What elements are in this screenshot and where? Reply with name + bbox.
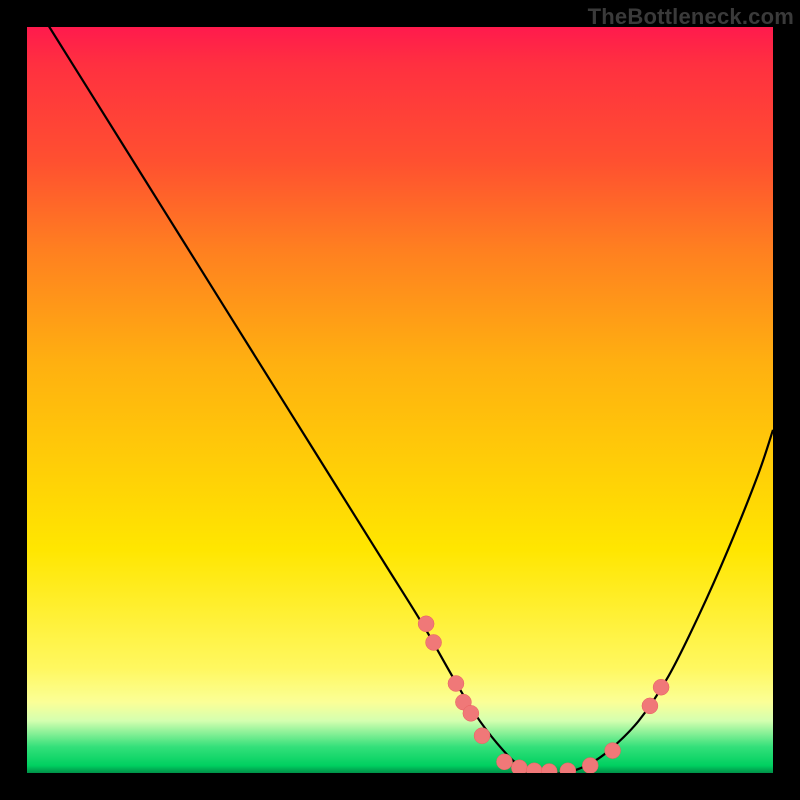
- data-point: [642, 698, 658, 714]
- data-point: [511, 760, 527, 773]
- plot-area: [27, 27, 773, 773]
- data-point: [474, 728, 490, 744]
- data-point: [526, 763, 542, 773]
- data-point: [560, 763, 576, 773]
- watermark-text: TheBottleneck.com: [588, 4, 794, 30]
- chart-svg: [27, 27, 773, 773]
- chart-frame: TheBottleneck.com: [0, 0, 800, 800]
- data-point: [463, 705, 479, 721]
- data-point: [605, 743, 621, 759]
- data-point: [426, 634, 442, 650]
- data-point: [582, 758, 598, 773]
- data-point: [418, 616, 434, 632]
- data-point: [448, 675, 464, 691]
- bottleneck-curve: [27, 27, 773, 773]
- data-point: [541, 764, 557, 773]
- data-point: [653, 679, 669, 695]
- data-point: [496, 754, 512, 770]
- data-points: [418, 616, 669, 773]
